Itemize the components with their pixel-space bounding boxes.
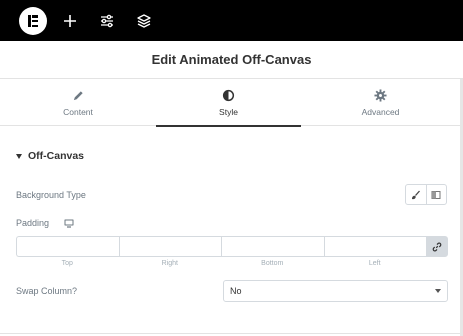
padding-top-label: Top [61, 260, 73, 267]
link-icon [432, 242, 442, 251]
tab-label: Content [63, 106, 93, 117]
padding-right-input[interactable] [118, 236, 221, 257]
section-title: Off-Canvas [28, 150, 85, 162]
padding-label: Padding [16, 218, 50, 228]
padding-sublabels: Top Right Bottom Left [16, 260, 426, 267]
background-type-switch [405, 184, 447, 205]
swap-column-value: No [230, 286, 242, 296]
desktop-icon[interactable] [64, 219, 74, 228]
background-type-label: Background Type [16, 190, 86, 200]
chevron-down-icon [435, 289, 441, 293]
padding-inputs [16, 236, 448, 257]
elementor-logo-icon[interactable] [19, 7, 47, 35]
divider [0, 333, 460, 334]
pencil-icon [73, 90, 83, 100]
brush-icon[interactable] [406, 185, 426, 204]
top-toolbar [0, 0, 463, 41]
padding-bottom-label: Bottom [261, 260, 284, 267]
layers-icon[interactable] [134, 11, 154, 31]
tab-advanced[interactable]: Advanced [301, 79, 460, 126]
panel-header: Edit Animated Off-Canvas [0, 41, 463, 79]
sliders-icon[interactable] [97, 11, 117, 31]
padding-left-label: Left [368, 260, 381, 267]
padding-top-input[interactable] [16, 236, 119, 257]
tab-bar: Content Style Advanced [0, 79, 463, 127]
gradient-icon[interactable] [425, 185, 447, 204]
padding-bottom-input[interactable] [221, 236, 324, 257]
caret-down-icon [16, 153, 22, 159]
page-title: Edit Animated Off-Canvas [151, 52, 312, 67]
tab-content[interactable]: Content [0, 79, 156, 126]
padding-right-label: Right [161, 260, 178, 267]
swap-column-label: Swap Column? [16, 286, 78, 296]
tab-label: Style [219, 106, 238, 117]
link-values-button[interactable] [426, 236, 448, 257]
plus-icon[interactable] [60, 11, 80, 31]
tab-label: Advanced [361, 106, 400, 117]
gear-icon [374, 88, 387, 102]
half-circle-icon [222, 89, 235, 101]
tab-style[interactable]: Style [156, 79, 301, 127]
padding-left-input[interactable] [323, 236, 426, 257]
swap-column-select[interactable]: No [223, 280, 448, 302]
section-toggle-off-canvas[interactable]: Off-Canvas [16, 150, 84, 162]
